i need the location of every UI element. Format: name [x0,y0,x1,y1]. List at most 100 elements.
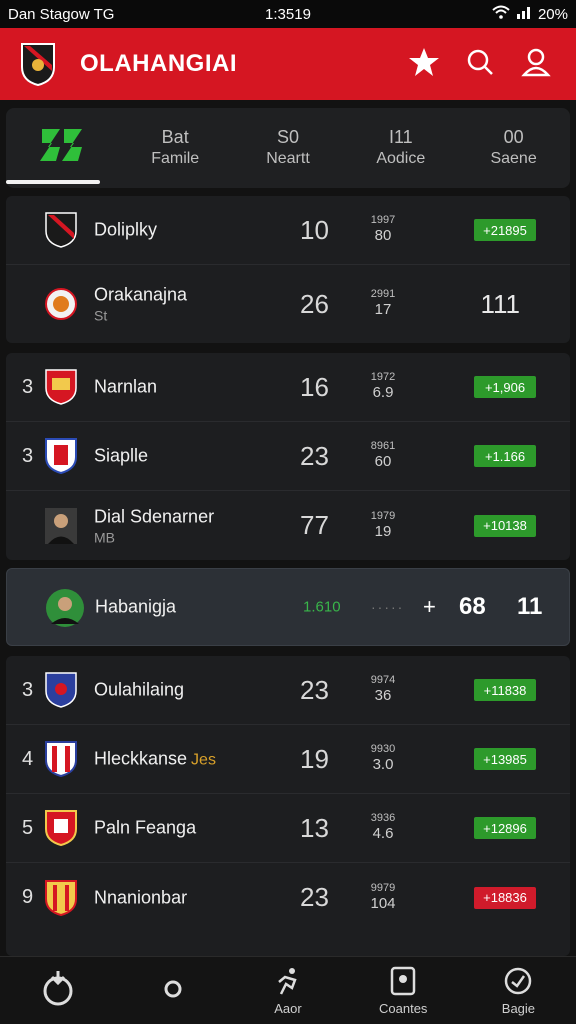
team-stats: 1997 80 [366,214,400,246]
team-rank: 3 [22,444,34,467]
tab-famile[interactable]: Bat Famile [119,108,232,188]
nav-aaor[interactable]: Aaor [230,957,345,1024]
highlight-value: 1.610 [303,598,341,616]
nav-bagie[interactable]: Bagie [461,957,576,1024]
star-icon [408,46,440,83]
nav-coantes[interactable]: Coantes [346,957,461,1024]
stat-top: 1972 [370,371,396,383]
stat-top: 9979 [370,881,396,894]
tab-neartt[interactable]: S0 Neartt [232,108,345,188]
big-value: 111 [480,288,520,319]
tab-label: Neartt [266,150,310,167]
change-badge: +10138 [474,514,536,537]
tab-aodice[interactable]: I11 Aodice [344,108,457,188]
team-points: 10 [300,214,329,245]
team-stats: 1972 6.9 [366,371,400,403]
team-points: 13 [300,812,329,843]
team-stats: 3936 4.6 [366,812,400,844]
run-icon [273,966,303,999]
carrier-text: Dan Stagow TG [8,5,115,23]
app-title: OLAHANGIAI [80,50,237,77]
team-name-text: Dial Sdenarner [94,506,215,526]
stat-value-2: 11 [517,593,543,620]
status-bar: Dan Stagow TG 1:3519 20% [0,0,576,28]
team-name: Siaplle [94,445,149,466]
nav-circle[interactable] [115,957,230,1024]
highlighted-row[interactable]: Habanigja 1.610 ····· + 68 11 [6,568,570,646]
change-badge: +18836 [474,886,536,909]
stat-top: 8961 [370,440,396,452]
nav-label: Bagie [501,1000,536,1016]
change-badge: +12896 [474,817,536,839]
table-row[interactable]: 9 Nnanionbar 23 9979 104 +18836 [6,863,570,932]
club-logo-icon[interactable] [16,40,60,88]
favorite-button[interactable] [400,40,448,88]
team-name: Dial Sdenarner MB [94,506,214,545]
standings-group: 3 Oulahilaing 23 9974 36 +11838 4 Hleckka… [6,656,570,956]
tab-num: S0 [276,127,299,147]
stat-bottom: 104 [370,894,396,912]
stat-value-1: 68 [459,593,486,620]
team-name: Narnlan [94,376,158,397]
table-row[interactable]: 3 Oulahilaing 23 9974 36 +11838 [6,656,570,725]
table-row[interactable]: 3 Narnlan 16 1972 6.9 +1,906 [6,353,570,422]
nav-refresh[interactable] [0,957,115,1024]
tab-label: Saene [490,150,537,167]
tab-label: Aodice [376,150,426,167]
stat-top: 1997 [370,214,396,226]
team-rank: 3 [22,375,34,398]
progress-dots: ····· [371,599,405,615]
table-row[interactable]: Doliplky 10 1997 80 +21895 [6,196,570,265]
bottom-navigation: Aaor Coantes Bagie [0,956,576,1024]
change-badge: +11838 [474,679,536,701]
team-stats: 9930 3.0 [366,743,400,775]
tab-saene[interactable]: 00 Saene [457,108,570,188]
stat-bottom: 6.9 [372,384,394,401]
team-crest-icon [44,437,78,475]
standings-group: Doliplky 10 1997 80 +21895 Orakanajna St 2… [6,196,570,343]
team-name-text: Hleckkanse [94,748,188,769]
team-subtitle: St [94,307,108,324]
change-badge: +21895 [474,219,536,241]
team-subtitle: MB [94,529,115,545]
team-name: Nnanionbar [94,887,188,907]
team-rank: 3 [22,678,34,701]
tab-brand[interactable] [6,108,119,188]
team-stats: 9974 36 [366,674,400,706]
standings-group: 3 Narnlan 16 1972 6.9 +1,906 3 Siaplle 23… [6,353,570,560]
tab-num: Bat [161,127,189,147]
team-name: Paln Feanga [94,817,197,838]
stat-bottom: 4.6 [372,825,394,842]
team-stats: 8961 60 [366,440,400,472]
stat-bottom: 80 [374,227,392,244]
table-row[interactable]: 5 Paln Feanga 13 3936 4.6 +12896 [6,794,570,863]
tab-label: Famile [151,150,200,167]
nav-label: Coantes [379,1000,428,1016]
team-name: Hleckkanse Jes [94,749,216,770]
player-avatar [44,507,78,545]
team-points: 23 [300,882,329,912]
nav-label: Aaor [274,1000,302,1016]
player-avatar [45,588,84,627]
team-points: 23 [300,440,329,471]
team-stats: 2991 17 [366,288,400,320]
table-row[interactable]: 3 Siaplle 23 8961 60 +1.166 [6,422,570,491]
signal-icon [516,5,532,23]
team-crest-icon [44,740,78,778]
team-crest-icon [44,671,78,709]
stat-bottom: 17 [374,301,392,318]
table-row[interactable]: Dial Sdenarner MB 77 1979 19 +10138 [6,491,570,560]
table-row[interactable]: Orakanajna St 26 2991 17 111 [6,265,570,343]
team-name: Orakanajna St [94,285,187,324]
team-crest-icon [44,285,78,323]
change-badge: +1,906 [474,376,536,398]
team-rank: 5 [22,816,34,839]
team-stats: 9979 104 [366,882,400,914]
add-button[interactable]: + [423,594,436,620]
team-crest-icon [44,809,78,847]
team-crest-icon [44,368,78,406]
profile-button[interactable] [512,40,560,88]
card-icon [390,966,416,999]
search-button[interactable] [456,40,504,88]
table-row[interactable]: 4 Hleckkanse Jes 19 9930 3.0 +13985 [6,725,570,794]
